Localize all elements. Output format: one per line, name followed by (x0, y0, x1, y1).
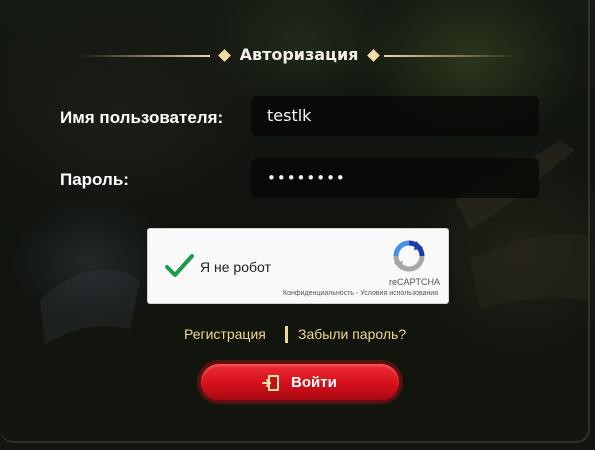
recaptcha-logo-icon (393, 240, 425, 272)
diamond-icon (367, 49, 380, 62)
diamond-icon (218, 49, 231, 62)
password-label: Пароль: (60, 170, 129, 189)
captcha-terms-link[interactable]: Условия использования (360, 290, 438, 297)
recaptcha-widget: Я не робот reCAPTCHA Конфиденциальность … (147, 228, 449, 304)
forgot-password-link[interactable]: Забыли пароль? (298, 326, 406, 342)
captcha-brand: reCAPTCHA (388, 277, 440, 287)
register-link[interactable]: Регистрация (184, 326, 266, 342)
password-input[interactable]: •••••••• (251, 158, 539, 198)
title-divider-right (384, 55, 519, 57)
links-separator (285, 326, 288, 343)
captcha-links: Конфиденциальность - Условия использован… (208, 290, 438, 297)
auth-links: Регистрация Забыли пароль? (0, 325, 595, 345)
title-row: Авторизация (0, 44, 595, 68)
captcha-privacy-link[interactable]: Конфиденциальность (283, 290, 354, 297)
login-button[interactable]: Войти (199, 362, 401, 402)
captcha-label: Я не робот (200, 259, 271, 275)
username-input[interactable]: testlk (251, 96, 539, 136)
login-button-label: Войти (291, 374, 337, 391)
captcha-checkbox[interactable] (162, 249, 196, 283)
login-door-icon (262, 375, 279, 391)
page-title: Авторизация (239, 45, 359, 64)
title-divider-left (78, 55, 210, 57)
username-label: Имя пользователя: (60, 108, 224, 127)
